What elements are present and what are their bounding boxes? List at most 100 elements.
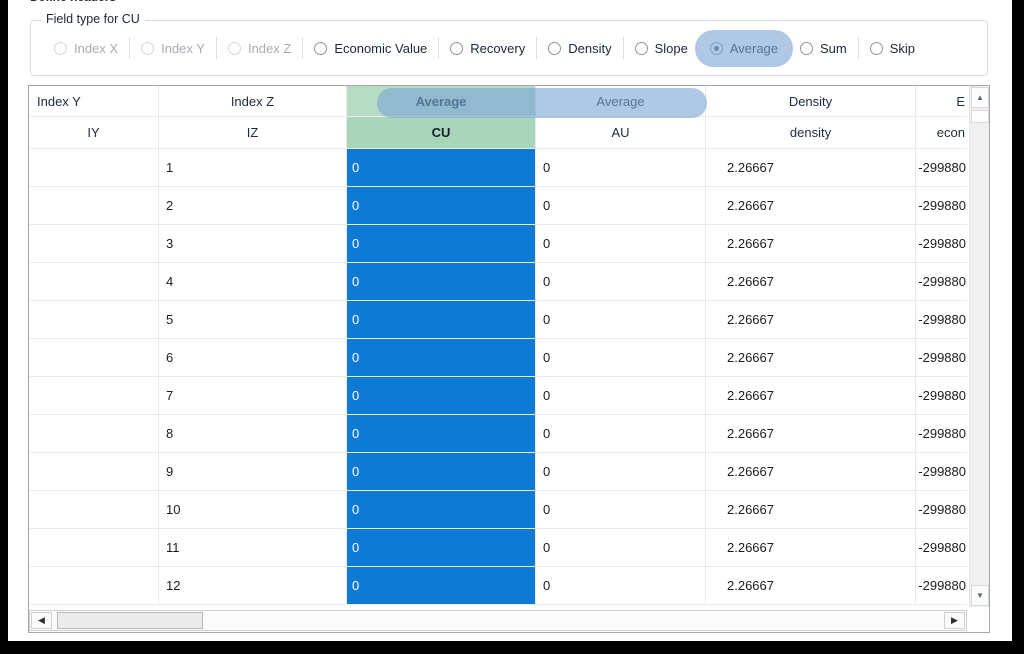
table-cell[interactable]: 0 bbox=[536, 415, 706, 452]
table-cell[interactable]: 10 bbox=[159, 491, 347, 528]
table-cell[interactable]: 2.26667 bbox=[706, 339, 916, 376]
scroll-left-button[interactable]: ◀ bbox=[31, 612, 52, 629]
scroll-up-button[interactable]: ▲ bbox=[971, 87, 989, 108]
table-cell[interactable]: 0 bbox=[347, 377, 536, 414]
table-cell[interactable]: 12 bbox=[159, 567, 347, 604]
table-cell[interactable]: -299880 bbox=[916, 377, 967, 414]
table-cell[interactable]: -299880 bbox=[916, 225, 967, 262]
column-subheader-iz[interactable]: IZ bbox=[159, 117, 347, 148]
table-cell[interactable] bbox=[29, 491, 159, 528]
radio-index-y[interactable]: Index Y bbox=[130, 41, 216, 56]
table-cell[interactable]: 9 bbox=[159, 453, 347, 490]
table-cell[interactable]: 8 bbox=[159, 415, 347, 452]
table-cell[interactable]: 2.26667 bbox=[706, 567, 916, 604]
column-subheader-iy[interactable]: IY bbox=[29, 117, 159, 148]
table-cell[interactable] bbox=[29, 187, 159, 224]
table-cell[interactable]: 0 bbox=[347, 225, 536, 262]
table-cell[interactable]: 0 bbox=[536, 377, 706, 414]
table-cell[interactable]: 0 bbox=[536, 491, 706, 528]
column-subheader-econ[interactable]: econ bbox=[916, 117, 967, 148]
table-cell[interactable]: 2.26667 bbox=[706, 415, 916, 452]
table-cell[interactable]: 0 bbox=[347, 567, 536, 604]
table-cell[interactable] bbox=[29, 529, 159, 566]
table-cell[interactable]: 0 bbox=[347, 187, 536, 224]
table-cell[interactable]: 0 bbox=[536, 263, 706, 300]
table-cell[interactable]: 11 bbox=[159, 529, 347, 566]
scroll-down-button[interactable]: ▼ bbox=[971, 585, 989, 606]
table-cell[interactable]: 0 bbox=[536, 149, 706, 186]
column-header-density[interactable]: Density bbox=[706, 86, 916, 116]
radio-density[interactable]: Density bbox=[537, 41, 622, 56]
table-cell[interactable]: 0 bbox=[347, 453, 536, 490]
table-cell[interactable]: 2.26667 bbox=[706, 225, 916, 262]
radio-average[interactable]: Average bbox=[694, 29, 794, 67]
table-cell[interactable]: 2 bbox=[159, 187, 347, 224]
radio-index-x[interactable]: Index X bbox=[43, 41, 129, 56]
table-cell[interactable]: -299880 bbox=[916, 567, 967, 604]
table-cell[interactable]: -299880 bbox=[916, 187, 967, 224]
table-cell[interactable] bbox=[29, 377, 159, 414]
table-cell[interactable] bbox=[29, 339, 159, 376]
table-cell[interactable]: 2.26667 bbox=[706, 301, 916, 338]
table-cell[interactable]: 6 bbox=[159, 339, 347, 376]
radio-recovery[interactable]: Recovery bbox=[439, 41, 536, 56]
table-cell[interactable]: 0 bbox=[347, 263, 536, 300]
table-cell[interactable]: -299880 bbox=[916, 263, 967, 300]
horizontal-scrollbar-thumb[interactable] bbox=[57, 612, 203, 629]
radio-skip[interactable]: Skip bbox=[859, 41, 926, 56]
radio-index-z[interactable]: Index Z bbox=[217, 41, 302, 56]
table-cell[interactable]: -299880 bbox=[916, 301, 967, 338]
table-cell[interactable]: 0 bbox=[347, 415, 536, 452]
table-cell[interactable]: 0 bbox=[536, 225, 706, 262]
table-cell[interactable] bbox=[29, 415, 159, 452]
table-cell[interactable]: 0 bbox=[536, 453, 706, 490]
table-cell[interactable]: 5 bbox=[159, 301, 347, 338]
table-cell[interactable]: 0 bbox=[536, 529, 706, 566]
table-cell[interactable]: -299880 bbox=[916, 415, 967, 452]
column-subheader-density[interactable]: density bbox=[706, 117, 916, 148]
radio-slope[interactable]: Slope bbox=[624, 41, 699, 56]
vertical-scrollbar[interactable]: ▲ ▼ bbox=[969, 86, 989, 607]
table-cell[interactable] bbox=[29, 263, 159, 300]
table-cell[interactable]: 0 bbox=[347, 301, 536, 338]
table-cell[interactable]: 0 bbox=[347, 491, 536, 528]
table-cell[interactable]: 0 bbox=[347, 149, 536, 186]
table-cell[interactable]: 7 bbox=[159, 377, 347, 414]
table-cell[interactable] bbox=[29, 149, 159, 186]
table-cell[interactable] bbox=[29, 225, 159, 262]
column-header-index-y[interactable]: Index Y bbox=[29, 86, 159, 116]
table-cell[interactable]: 4 bbox=[159, 263, 347, 300]
table-cell[interactable]: 0 bbox=[347, 339, 536, 376]
table-cell[interactable]: 0 bbox=[536, 187, 706, 224]
table-cell[interactable]: 0 bbox=[347, 529, 536, 566]
radio-economic-value[interactable]: Economic Value bbox=[303, 41, 438, 56]
table-cell[interactable] bbox=[29, 567, 159, 604]
table-cell[interactable]: -299880 bbox=[916, 491, 967, 528]
horizontal-scrollbar[interactable]: ◀ ▶ bbox=[29, 610, 967, 631]
table-cell[interactable]: -299880 bbox=[916, 149, 967, 186]
table-cell[interactable]: 3 bbox=[159, 225, 347, 262]
table-cell[interactable]: 0 bbox=[536, 301, 706, 338]
table-cell[interactable]: 2.26667 bbox=[706, 187, 916, 224]
table-cell[interactable] bbox=[29, 453, 159, 490]
table-cell[interactable]: 2.26667 bbox=[706, 491, 916, 528]
table-cell[interactable] bbox=[29, 301, 159, 338]
column-subheader-au[interactable]: AU bbox=[536, 117, 706, 148]
column-subheader-cu[interactable]: CU bbox=[347, 117, 536, 148]
table-cell[interactable]: 0 bbox=[536, 339, 706, 376]
table-cell[interactable]: 0 bbox=[536, 567, 706, 604]
table-cell[interactable]: -299880 bbox=[916, 339, 967, 376]
scroll-right-button[interactable]: ▶ bbox=[944, 612, 965, 629]
radio-sum[interactable]: Sum bbox=[789, 41, 858, 56]
table-cell[interactable]: 1 bbox=[159, 149, 347, 186]
table-cell[interactable]: -299880 bbox=[916, 529, 967, 566]
table-cell[interactable]: 2.26667 bbox=[706, 529, 916, 566]
vertical-scrollbar-thumb[interactable] bbox=[971, 110, 989, 123]
table-cell[interactable]: -299880 bbox=[916, 453, 967, 490]
table-cell[interactable]: 2.26667 bbox=[706, 263, 916, 300]
table-cell[interactable]: 2.26667 bbox=[706, 149, 916, 186]
column-header-e[interactable]: E bbox=[916, 86, 967, 116]
column-header-index-z[interactable]: Index Z bbox=[159, 86, 347, 116]
table-cell[interactable]: 2.26667 bbox=[706, 453, 916, 490]
table-cell[interactable]: 2.26667 bbox=[706, 377, 916, 414]
